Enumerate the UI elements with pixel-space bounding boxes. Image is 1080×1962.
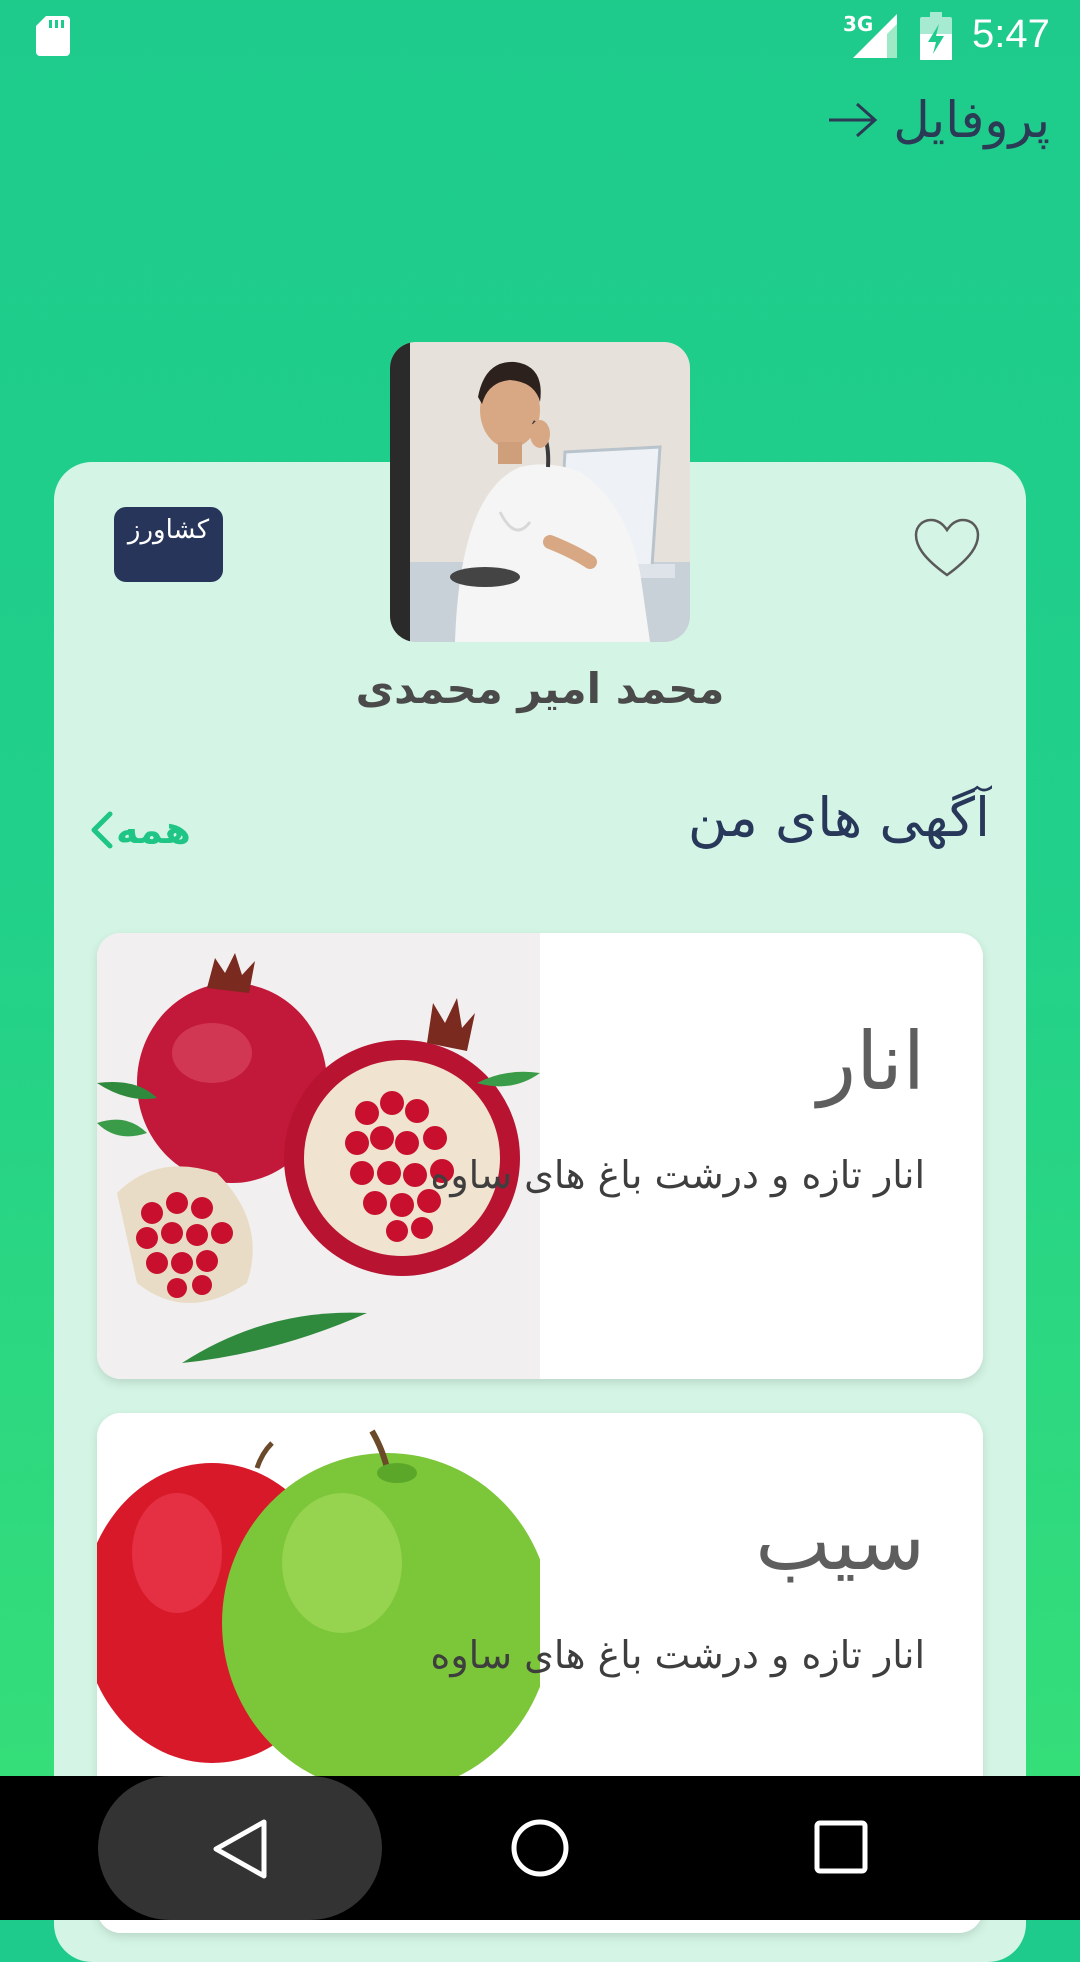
see-all-label: همه: [116, 808, 191, 852]
avatar-photo: [390, 342, 690, 642]
avatar: [390, 342, 690, 642]
battery-charging-icon: [920, 12, 952, 60]
role-badge: کشاورز: [114, 507, 223, 582]
sd-card-icon: [36, 16, 70, 56]
app-header: پروفایل: [827, 88, 1050, 152]
clock: 5:47: [972, 12, 1050, 56]
nav-back-icon[interactable]: [208, 1816, 274, 1882]
nav-home-icon[interactable]: [508, 1816, 572, 1880]
see-all-link[interactable]: همه: [88, 808, 191, 852]
system-nav-bar: [0, 1776, 1080, 1920]
section-title: آگهی های من: [687, 786, 990, 849]
ad-description: انار تازه و درشت باغ های ساوه: [430, 1153, 925, 1197]
nav-recents-icon[interactable]: [812, 1818, 870, 1876]
heart-outline-icon[interactable]: [912, 517, 982, 579]
ad-title: سیب: [755, 1495, 925, 1588]
ad-title: انار: [817, 1015, 926, 1108]
arrow-right-icon[interactable]: [827, 100, 879, 140]
page-title: پروفایل: [893, 91, 1050, 149]
cell-signal-icon: [853, 14, 897, 58]
chevron-left-icon: [91, 811, 113, 849]
ad-card[interactable]: انار انار تازه و درشت باغ های ساوه: [97, 933, 983, 1379]
user-name: محمد امیر محمدی: [355, 664, 725, 713]
ad-description: انار تازه و درشت باغ های ساوه: [430, 1633, 925, 1677]
status-bar: 3G 5:47: [0, 0, 1080, 72]
